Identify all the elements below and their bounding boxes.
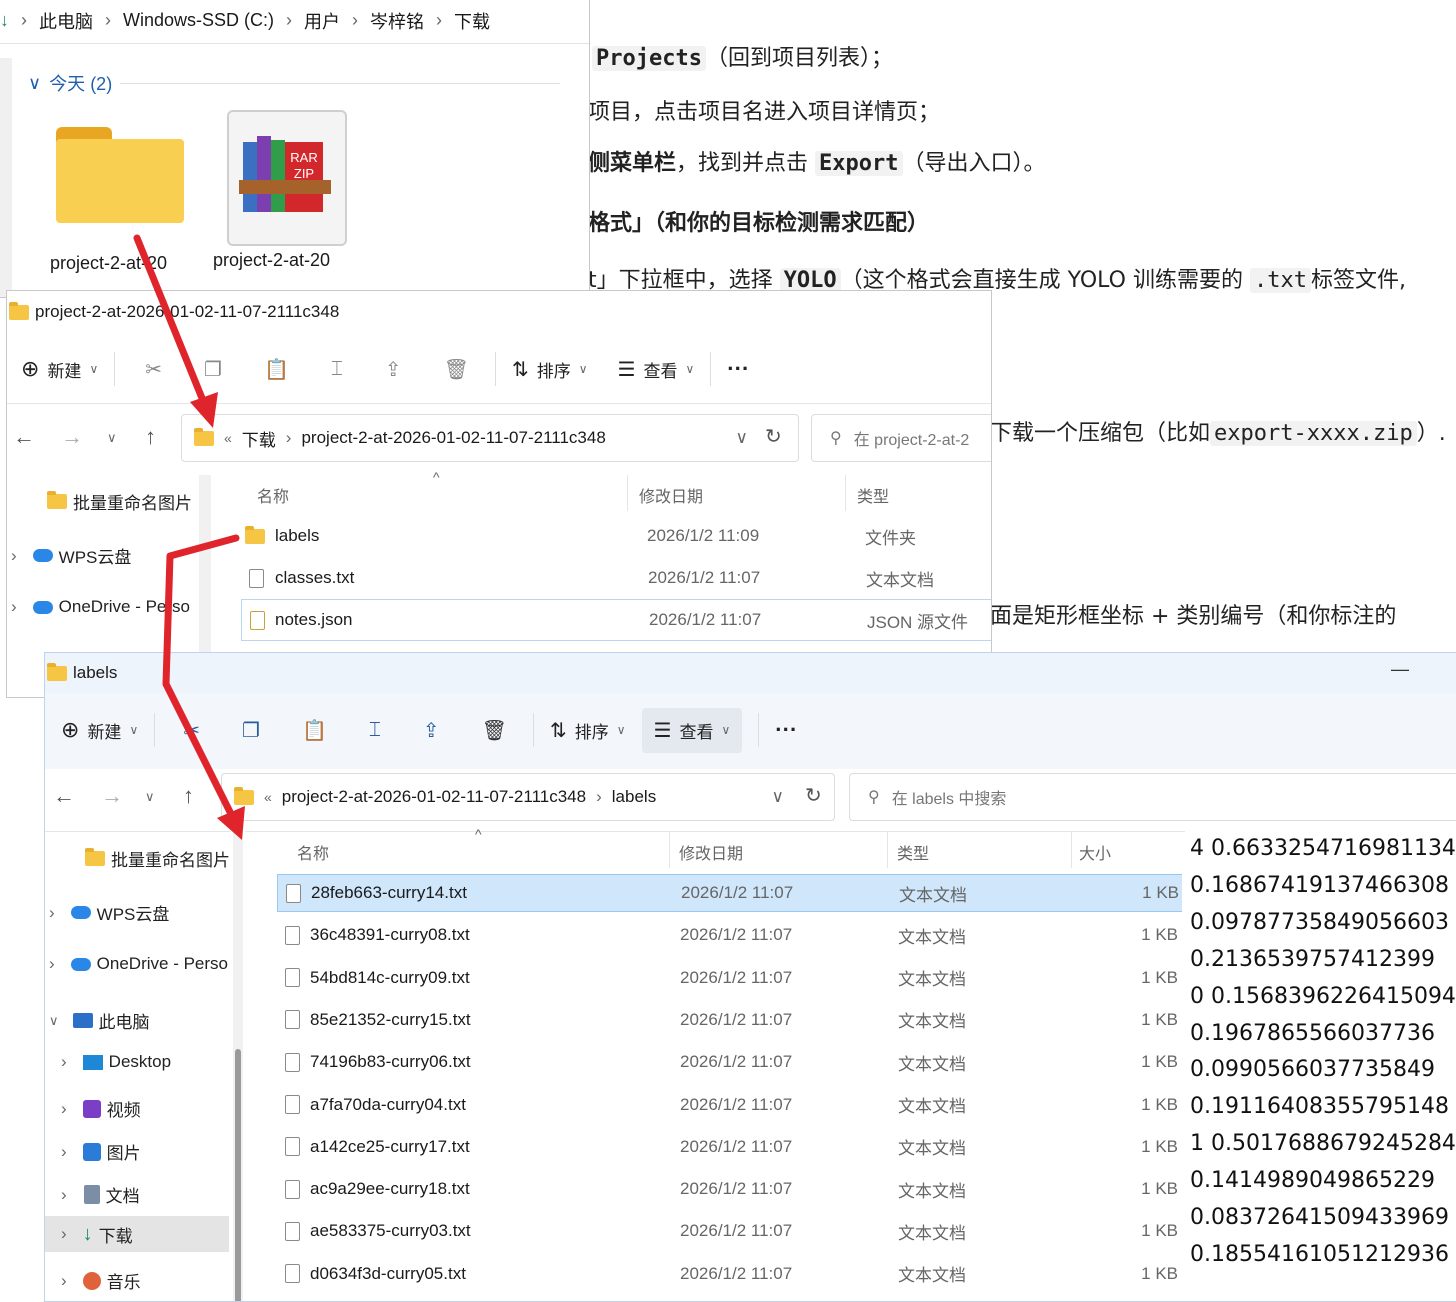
red-arrow-2 [162, 534, 240, 824]
red-arrow-1 [133, 234, 210, 412]
red-arrowhead-1 [190, 392, 218, 428]
annotation-arrows [133, 234, 245, 840]
